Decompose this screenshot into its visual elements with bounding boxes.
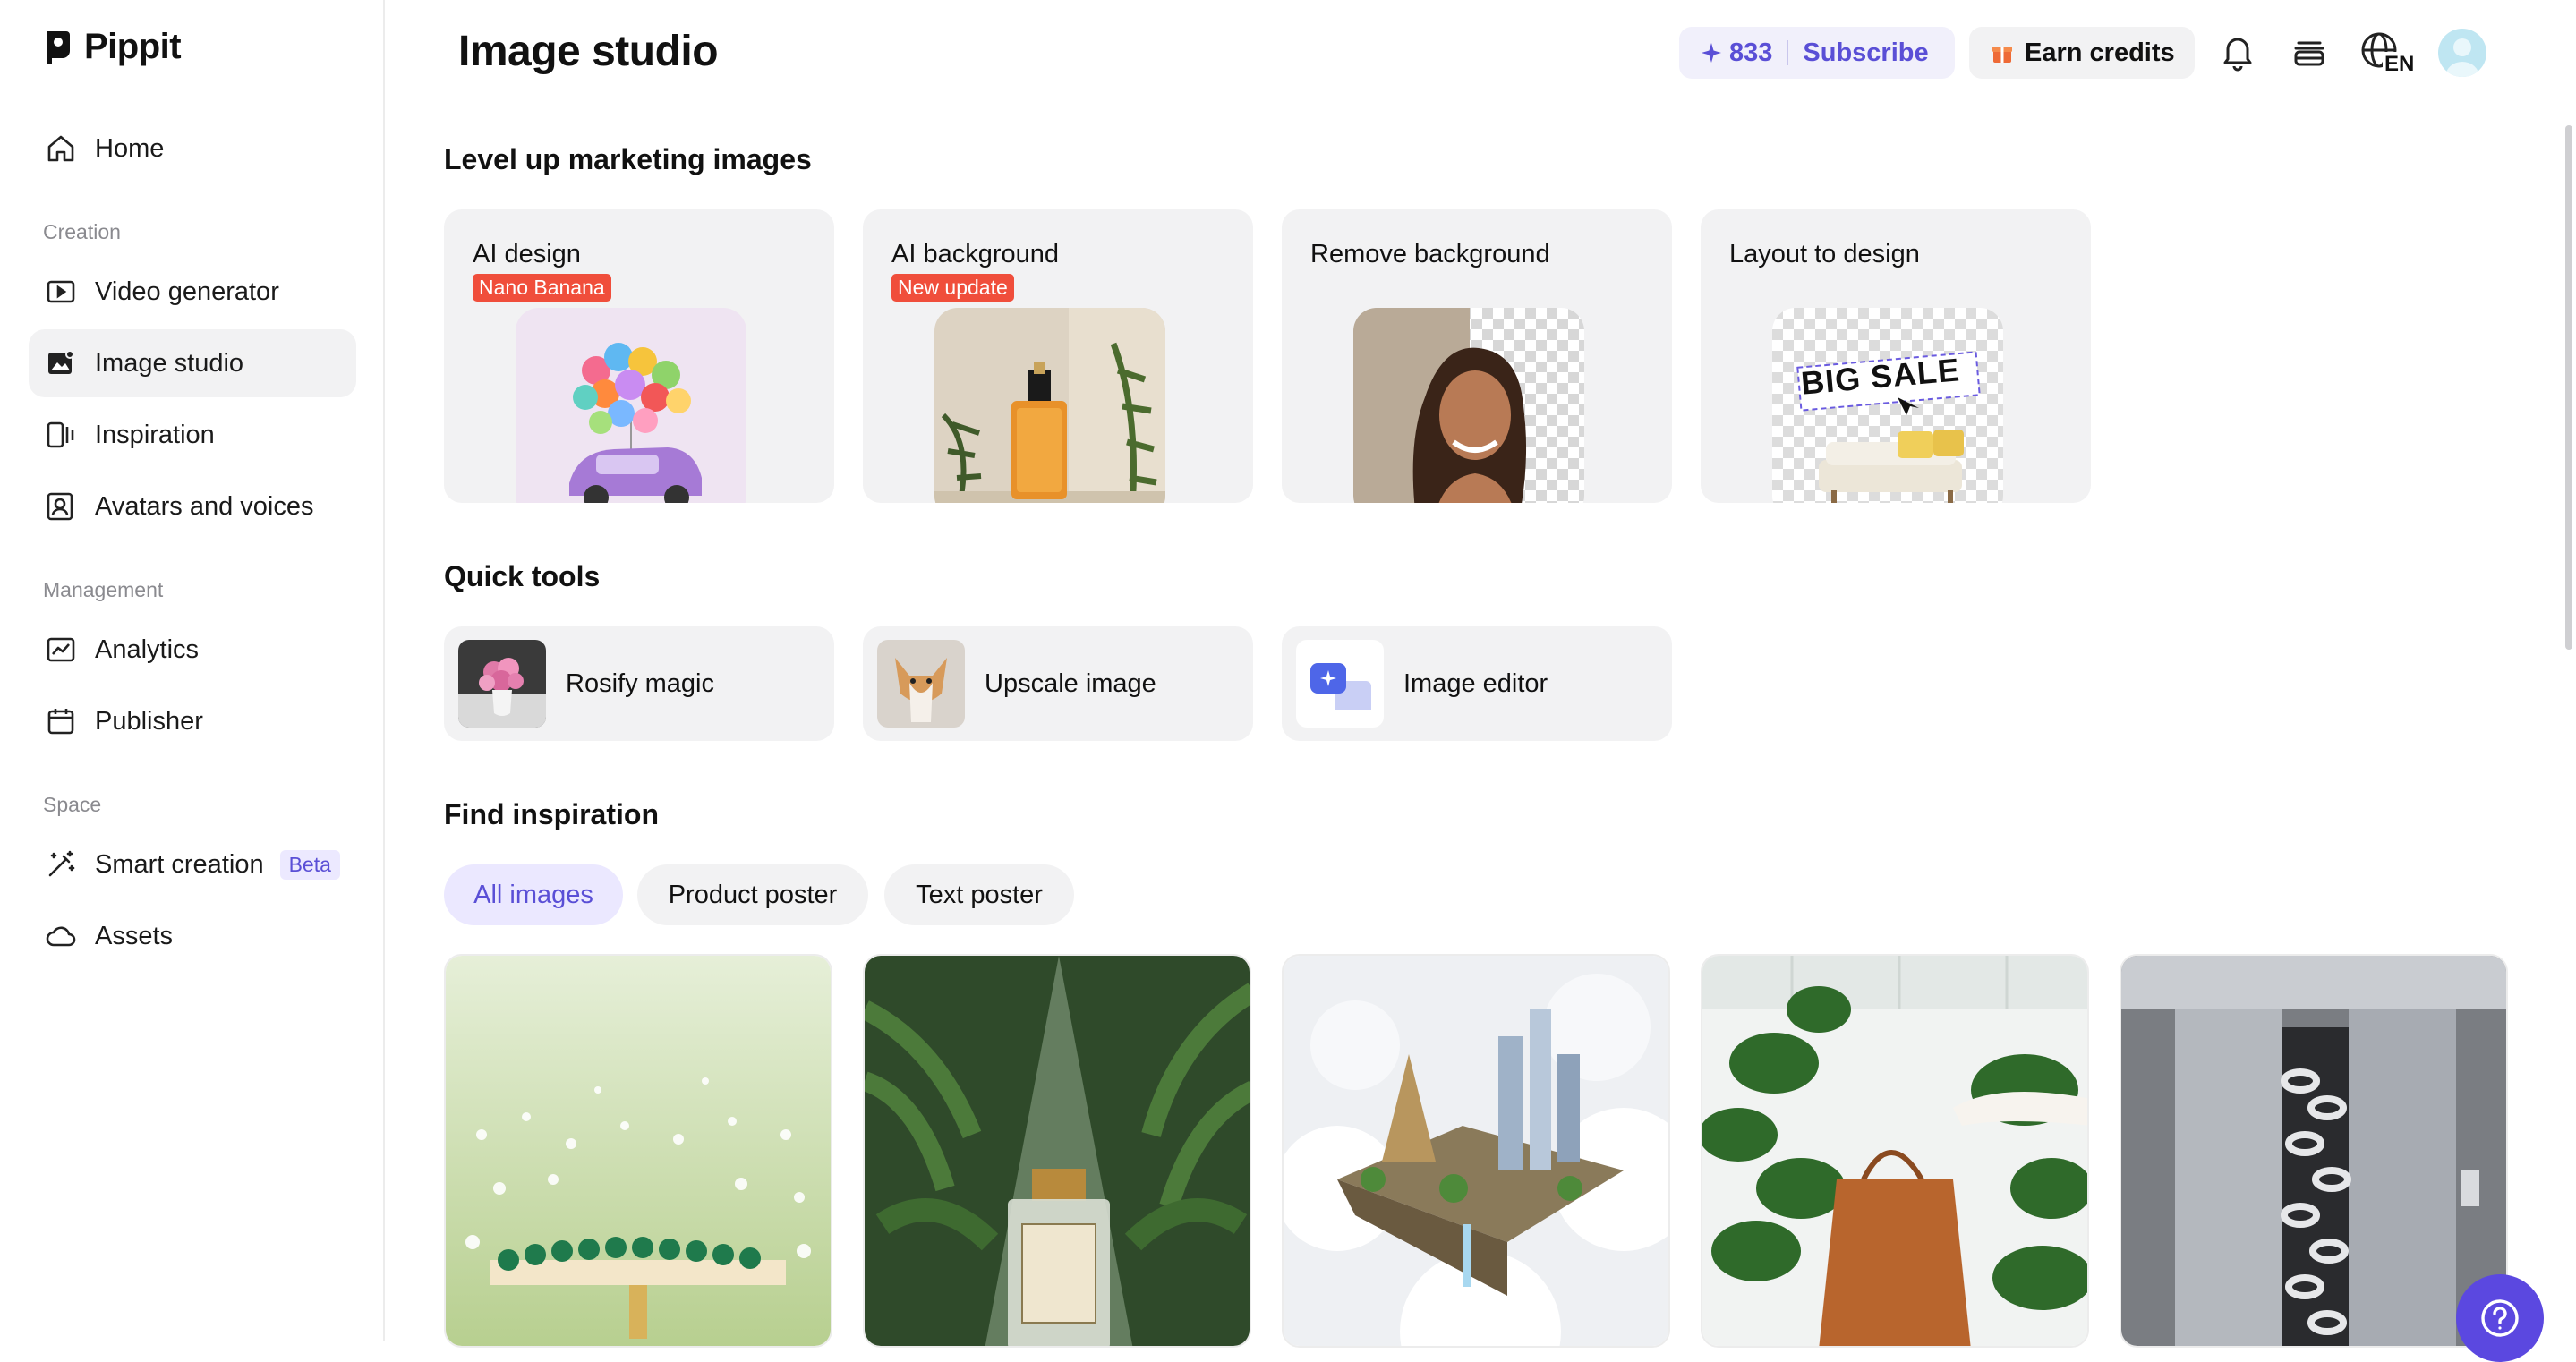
section-label-management: Management bbox=[43, 578, 164, 601]
section-label-creation: Creation bbox=[43, 220, 121, 243]
section-title-quick-tools: Quick tools bbox=[444, 560, 601, 592]
floating-city-image bbox=[1284, 956, 1668, 1346]
inspiration-card-handbag-plants[interactable] bbox=[1701, 954, 2089, 1348]
feature-card-badge: Nano Banana bbox=[473, 274, 611, 302]
sidebar-item-label: Avatars and voices bbox=[95, 491, 314, 521]
beta-badge: Beta bbox=[279, 849, 340, 880]
app-logo[interactable]: Pippit bbox=[43, 27, 182, 67]
layout-to-design-preview-image bbox=[1772, 308, 2003, 503]
cloud-icon bbox=[46, 926, 76, 947]
earn-credits-button[interactable]: Earn credits bbox=[1969, 27, 2195, 79]
perfume-jungle-image bbox=[865, 956, 1250, 1346]
avatar-icon bbox=[47, 492, 73, 521]
calendar-icon bbox=[47, 709, 74, 735]
sidebar-item-smart-creation[interactable]: Smart creation Beta bbox=[29, 830, 356, 898]
filter-chip-all-images[interactable]: All images bbox=[444, 864, 623, 925]
feature-card-title: AI design bbox=[473, 240, 581, 268]
sidebar-item-assets[interactable]: Assets bbox=[29, 902, 356, 970]
feature-card-title: Layout to design bbox=[1729, 240, 1920, 268]
filter-chip-product-poster[interactable]: Product poster bbox=[637, 864, 868, 925]
feature-card-ai-background[interactable]: AI background New update bbox=[863, 209, 1253, 503]
gift-icon bbox=[1992, 47, 2012, 63]
sidebar: Pippit Home Creation Video generator Ima… bbox=[0, 0, 385, 1341]
sidebar-item-label: Image studio bbox=[95, 348, 244, 378]
bracelet-flower-field-image bbox=[446, 956, 831, 1346]
sidebar-item-video-generator[interactable]: Video generator bbox=[29, 258, 356, 326]
sidebar-item-image-studio[interactable]: Image studio bbox=[29, 329, 356, 397]
filter-chip-text-poster[interactable]: Text poster bbox=[884, 864, 1074, 925]
inspiration-card-perfume-jungle[interactable] bbox=[863, 954, 1251, 1348]
ai-background-preview-image bbox=[934, 308, 1165, 503]
subscribe-button[interactable]: Subscribe bbox=[1803, 38, 1928, 68]
divider bbox=[1787, 40, 1789, 65]
magic-wand-icon bbox=[48, 850, 75, 877]
image-editor-thumbnail bbox=[1296, 640, 1384, 728]
page-scrollbar[interactable] bbox=[2565, 125, 2572, 650]
section-title-marketing: Level up marketing images bbox=[444, 143, 812, 175]
sidebar-item-analytics[interactable]: Analytics bbox=[29, 616, 356, 684]
tool-card-rosify-magic[interactable]: Rosify magic bbox=[444, 626, 834, 741]
user-avatar[interactable] bbox=[2438, 29, 2486, 77]
page-title: Image studio bbox=[458, 28, 719, 75]
feature-card-title: Remove background bbox=[1310, 240, 1550, 268]
sidebar-item-label: Video generator bbox=[95, 277, 279, 306]
tool-label: Rosify magic bbox=[566, 668, 714, 698]
inspiration-card-floating-city[interactable] bbox=[1282, 954, 1670, 1348]
feature-card-badge: New update bbox=[891, 274, 1014, 302]
sidebar-item-label: Publisher bbox=[95, 706, 203, 736]
sidebar-item-publisher[interactable]: Publisher bbox=[29, 687, 356, 755]
sidebar-item-label: Smart creation bbox=[95, 849, 264, 879]
inspiration-card-elevator-chains[interactable] bbox=[2120, 954, 2508, 1348]
feature-card-remove-background[interactable]: Remove background bbox=[1282, 209, 1672, 503]
section-title-inspiration: Find inspiration bbox=[444, 798, 659, 830]
tool-label: Image editor bbox=[1403, 668, 1548, 698]
sparkle-icon bbox=[1702, 43, 1721, 63]
sidebar-item-home[interactable]: Home bbox=[29, 115, 356, 183]
inspiration-card-bracelet[interactable] bbox=[444, 954, 832, 1348]
section-label-space: Space bbox=[43, 793, 102, 816]
notification-bell-icon[interactable] bbox=[2218, 32, 2257, 72]
video-generator-icon bbox=[47, 280, 75, 303]
home-icon bbox=[47, 135, 74, 162]
image-studio-icon bbox=[48, 350, 74, 374]
app-name: Pippit bbox=[84, 27, 182, 66]
inspiration-icon bbox=[47, 421, 74, 448]
feature-card-ai-design[interactable]: AI design Nano Banana bbox=[444, 209, 834, 503]
layers-stack-icon[interactable] bbox=[2290, 32, 2329, 72]
feature-card-title: AI background bbox=[891, 240, 1060, 268]
feature-card-layout-to-design[interactable]: Layout to design BIG SALE bbox=[1701, 209, 2091, 503]
help-button[interactable] bbox=[2456, 1274, 2544, 1362]
tool-label: Upscale image bbox=[985, 668, 1156, 698]
help-question-icon bbox=[2481, 1299, 2519, 1337]
ai-design-preview-image bbox=[516, 308, 746, 503]
tool-card-image-editor[interactable]: Image editor bbox=[1282, 626, 1672, 741]
remove-background-preview-image bbox=[1353, 308, 1584, 503]
upscale-image-thumbnail bbox=[877, 640, 965, 728]
user-avatar-icon bbox=[2445, 38, 2479, 77]
credits-pill[interactable]: 833 Subscribe bbox=[1679, 27, 1955, 79]
sidebar-item-label: Inspiration bbox=[95, 420, 215, 449]
sidebar-item-inspiration[interactable]: Inspiration bbox=[29, 401, 356, 469]
sidebar-item-label: Assets bbox=[95, 921, 174, 950]
analytics-icon bbox=[47, 637, 75, 662]
sidebar-item-label: Analytics bbox=[95, 634, 200, 664]
elevator-chains-image bbox=[2121, 956, 2506, 1346]
sidebar-item-avatars-voices[interactable]: Avatars and voices bbox=[29, 472, 356, 541]
language-code: EN bbox=[2383, 52, 2417, 77]
language-selector[interactable]: EN bbox=[2359, 30, 2417, 79]
handbag-plants-image bbox=[1702, 956, 2087, 1346]
sidebar-item-label: Home bbox=[95, 133, 165, 163]
earn-credits-label: Earn credits bbox=[2025, 38, 2175, 67]
credits-count: 833 bbox=[1729, 38, 1773, 67]
pippit-logo-icon bbox=[47, 30, 70, 64]
tool-card-upscale-image[interactable]: Upscale image bbox=[863, 626, 1253, 741]
rosify-magic-thumbnail bbox=[458, 640, 546, 728]
